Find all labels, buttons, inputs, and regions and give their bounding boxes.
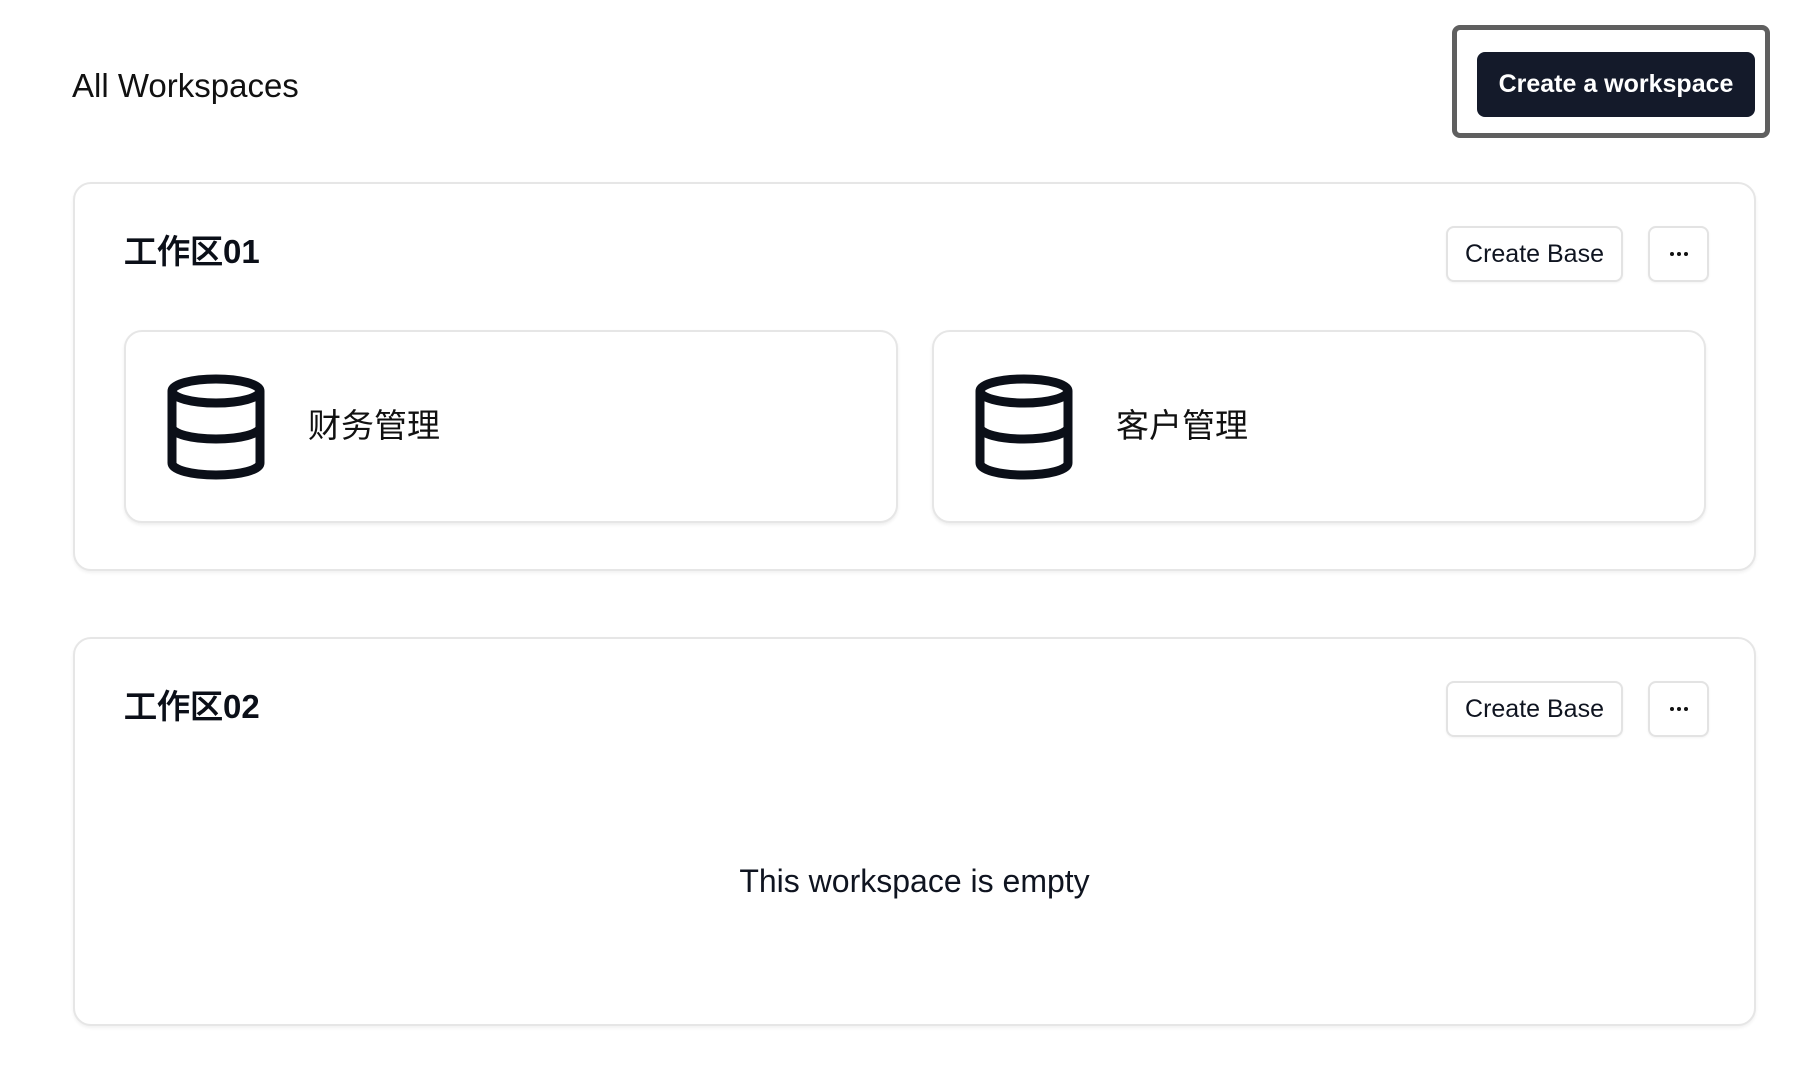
base-card[interactable]: 财务管理 — [124, 330, 898, 523]
create-base-button[interactable]: Create Base — [1446, 681, 1623, 737]
workspaces-page: All Workspaces Create a workspace 工作区01 … — [0, 0, 1814, 1078]
base-name: 客户管理 — [1116, 407, 1248, 444]
empty-state-message: This workspace is empty — [739, 863, 1090, 899]
base-name: 财务管理 — [308, 407, 440, 444]
create-base-button[interactable]: Create Base — [1446, 226, 1623, 282]
database-icon — [167, 374, 265, 480]
workspace-card: 工作区02 Create Base This workspace is empt… — [73, 637, 1756, 1026]
workspace-card: 工作区01 Create Base 财务管理 客户管理 — [73, 182, 1756, 571]
page-title: All Workspaces — [72, 67, 299, 104]
base-card[interactable]: 客户管理 — [932, 330, 1706, 523]
more-horizontal-icon — [1669, 707, 1688, 711]
more-options-button[interactable] — [1648, 226, 1709, 282]
workspace-title: 工作区02 — [124, 688, 260, 725]
more-horizontal-icon — [1669, 252, 1688, 256]
workspace-title: 工作区01 — [124, 233, 260, 270]
create-workspace-button[interactable]: Create a workspace — [1477, 52, 1755, 117]
more-options-button[interactable] — [1648, 681, 1709, 737]
database-icon — [975, 374, 1073, 480]
